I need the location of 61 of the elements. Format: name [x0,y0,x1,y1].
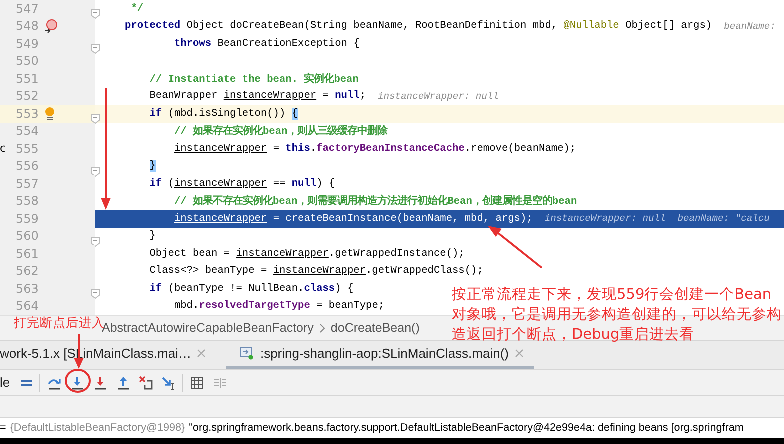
window-icon [240,347,254,360]
line-number: 550 [16,54,36,68]
line-number: 562 [16,264,36,278]
breadcrumb-item[interactable]: AbstractAutowireCapableBeanFactory [102,321,314,335]
line-number: 553 [16,106,36,121]
line-number: 552 [16,89,36,104]
line-number: 559 [16,212,36,226]
assignment-sign: = [0,422,6,434]
inline-value-hint: instanceWrapper: null [544,213,666,224]
code-text: instanceWrapper = this.factoryBeanInstanceCache.remove(beanName); [173,142,576,155]
run-to-cursor-icon[interactable] [160,374,177,390]
line-number: 558 [16,194,36,208]
fold-marker-icon[interactable] [91,44,100,54]
line-number: 561 [16,246,36,261]
fold-marker-icon[interactable] [91,236,100,246]
line-number: 564 [16,299,36,314]
fold-marker-icon[interactable] [91,9,100,19]
drop-frame-icon[interactable] [138,374,154,390]
code-text: // Instantiate the bean. 实例化bean [148,72,359,86]
code-text: if (mbd.isSingleton()) { [148,108,298,120]
annotation-arrow [488,226,543,269]
line-number: 548 [16,19,36,34]
object-id: {DefaultListableBeanFactory@1998} [10,422,186,434]
code-text: protected Object doCreateBean(String beanName, RootBeanDefinition mbd, @Nullable Object[] args) [125,20,712,32]
code-text: if (instanceWrapper == null) { [148,178,336,190]
code-text: BeanWrapper instanceWrapper = null; [148,90,366,102]
line-number: 547 [16,2,36,16]
inline-value-hint: instanceWrapper: null [378,90,499,102]
line-number: 551 [16,72,36,86]
cut-label: le [0,375,10,390]
line-number: 549 [16,36,36,51]
chevron-icon [320,324,325,332]
breakpoint-icon[interactable] [44,19,58,34]
code-text: // 如果存在实例化bean，则从三级缓存中删除 [173,124,388,138]
variable-value: "org.springframework.beans.factory.support.DefaultListableBeanFactory@42e99e4a: defining beans [org.springfram [189,422,744,434]
code-text: throws BeanCreationException { [173,38,360,50]
line-number: 554 [16,124,36,138]
line-number: 560 [16,229,36,244]
code-text: if (beanType != NullBean.class) { [148,282,354,295]
code-text: } [148,230,156,242]
inline-value-hint: beanName: [724,20,776,32]
line-number: 563 [16,282,36,296]
calculator-icon[interactable] [188,374,205,390]
fold-marker-icon[interactable] [91,289,100,299]
inline-value-hint: beanName: "calcu [678,213,770,224]
line-number: 556 [16,159,36,174]
breadcrumb-item[interactable]: doCreateBean() [330,321,420,335]
code-text: Object bean = instanceWrapper.getWrappedInstance(); [148,248,465,260]
code-text: Class<?> beanType = instanceWrapper.getWrappedClass(); [148,265,484,278]
annotation-circle [65,369,91,393]
fold-marker-icon[interactable] [91,114,100,124]
fold-marker-icon[interactable] [91,166,100,176]
line-number: 557 [16,176,36,191]
code-text: instanceWrapper = createBeanInstance(beanName, mbd, args); [173,212,533,225]
code-text: } [148,160,156,172]
code-text: */ [130,2,144,15]
code-text: mbd.resolvedTargetType = beanType; [173,300,385,312]
lightbulb-icon[interactable] [44,106,56,121]
code-text: // 如果不存在实例化bean，则需要调用构造方法进行初始化Bean，创建属性是空的bean [173,194,578,208]
cut-text: c [0,142,6,156]
line-number: 555 [16,142,36,156]
